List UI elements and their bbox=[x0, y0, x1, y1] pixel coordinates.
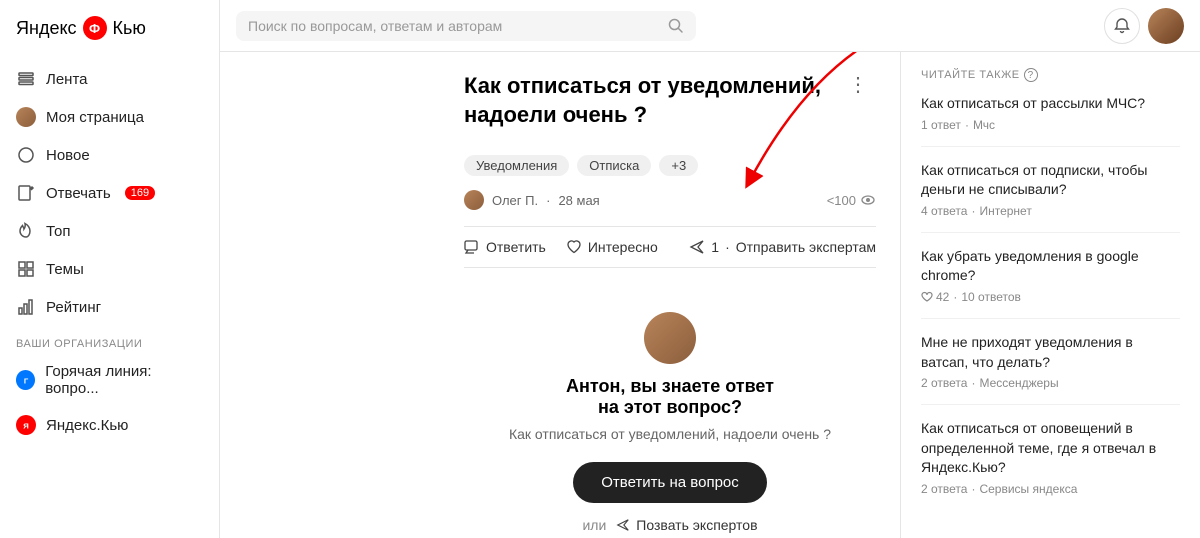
search-bar[interactable]: Поиск по вопросам, ответам и авторам bbox=[236, 11, 696, 41]
chart-icon bbox=[16, 297, 36, 317]
read-also-header: ЧИТАЙТЕ ТАКЖЕ ? bbox=[921, 68, 1180, 82]
related-meta-4: 2 ответа · Сервисы яндекса bbox=[921, 482, 1180, 496]
answer-badge: 169 bbox=[125, 186, 155, 200]
related-item-3: Мне не приходят уведомления в ватсап, чт… bbox=[921, 333, 1180, 405]
question-actions: Ответить Интересно 1 · Отправить эксперт… bbox=[464, 226, 876, 268]
related-title-1[interactable]: Как отписаться от подписки, чтобы деньги… bbox=[921, 161, 1180, 200]
send-icon bbox=[689, 239, 705, 255]
related-item-4: Как отписаться от оповещений в определен… bbox=[921, 419, 1180, 510]
question-title: Как отписаться от уведомлений, надоели о… bbox=[464, 72, 840, 129]
question-tags: Уведомления Отписка +3 bbox=[464, 155, 876, 176]
sidebar-label-hotline: Горячая линия: вопро... bbox=[45, 363, 203, 397]
help-icon[interactable]: ? bbox=[1024, 68, 1038, 82]
related-item-2: Как убрать уведомления в google chrome? … bbox=[921, 247, 1180, 319]
sidebar-label-new: Новое bbox=[46, 147, 90, 164]
fire-icon bbox=[16, 221, 36, 241]
send-small-icon bbox=[616, 518, 630, 532]
hotline-org-avatar: Г bbox=[16, 370, 35, 390]
main-area: Как отписаться от уведомлений, надоели о… bbox=[440, 52, 1200, 538]
send-count: 1 bbox=[711, 239, 719, 255]
grid-icon bbox=[16, 259, 36, 279]
sidebar-item-answer[interactable]: Отвечать 169 bbox=[0, 174, 219, 212]
prompt-question-text: Как отписаться от уведомлений, надоели о… bbox=[509, 426, 831, 442]
bell-button[interactable] bbox=[1104, 8, 1140, 44]
question-date: 28 мая bbox=[558, 193, 599, 208]
header-actions bbox=[1104, 8, 1184, 44]
search-input[interactable]: Поиск по вопросам, ответам и авторам bbox=[248, 18, 660, 34]
heart-icon bbox=[566, 239, 582, 255]
sidebar-item-new[interactable]: Новое bbox=[0, 136, 219, 174]
sidebar-label-top: Топ bbox=[46, 223, 70, 240]
related-meta-3: 2 ответа · Мессенджеры bbox=[921, 376, 1180, 390]
user-avatar-button[interactable] bbox=[1148, 8, 1184, 44]
yandex-kyu-org-avatar: Я bbox=[16, 415, 36, 435]
answer-question-button[interactable]: Ответить на вопрос bbox=[573, 462, 767, 503]
meta-separator: · bbox=[546, 193, 550, 208]
send-experts-button[interactable]: 1 · Отправить экспертам bbox=[689, 239, 876, 255]
sidebar-item-hotline[interactable]: Г Горячая линия: вопро... bbox=[0, 354, 219, 406]
related-title-0[interactable]: Как отписаться от рассылки МЧС? bbox=[921, 94, 1180, 114]
or-divider: или Позвать экспертов bbox=[582, 517, 757, 533]
related-title-2[interactable]: Как убрать уведомления в google chrome? bbox=[921, 247, 1180, 286]
author-avatar bbox=[464, 190, 484, 210]
logo-yandex: Яндекс bbox=[16, 18, 77, 39]
sidebar-item-topics[interactable]: Темы bbox=[0, 250, 219, 288]
bell-icon bbox=[1113, 17, 1131, 35]
sidebar-label-yandex-kyu: Яндекс.Кью bbox=[46, 417, 128, 434]
logo-q-icon: Ф bbox=[83, 16, 107, 40]
right-sidebar: ЧИТАЙТЕ ТАКЖЕ ? Как отписаться от рассыл… bbox=[900, 52, 1200, 538]
related-meta-1: 4 ответа · Интернет bbox=[921, 204, 1180, 218]
edit-icon bbox=[16, 183, 36, 203]
prompt-avatar bbox=[644, 312, 696, 364]
sidebar-item-feed[interactable]: Лента bbox=[0, 60, 219, 98]
sidebar-item-top[interactable]: Топ bbox=[0, 212, 219, 250]
circle-icon bbox=[16, 145, 36, 165]
related-item-0: Как отписаться от рассылки МЧС? 1 ответ … bbox=[921, 94, 1180, 147]
related-meta-2: 42 · 10 ответов bbox=[921, 290, 1180, 304]
sidebar-item-my-page[interactable]: Моя страница bbox=[0, 98, 219, 136]
reply-button[interactable]: Ответить bbox=[464, 239, 546, 255]
svg-text:Г: Г bbox=[23, 376, 28, 385]
logo: Яндекс Ф Кью bbox=[0, 16, 219, 60]
search-icon bbox=[668, 18, 684, 34]
reply-icon bbox=[464, 239, 480, 255]
answer-prompt: Антон, вы знаете ответна этот вопрос? Ка… bbox=[464, 288, 876, 538]
eye-icon bbox=[860, 192, 876, 208]
tag-0[interactable]: Уведомления bbox=[464, 155, 569, 176]
sidebar-label-my-page: Моя страница bbox=[46, 109, 144, 126]
sidebar: Яндекс Ф Кью Лента Моя страница Новое bbox=[0, 0, 220, 538]
question-content: Как отписаться от уведомлений, надоели о… bbox=[440, 52, 900, 538]
svg-text:Я: Я bbox=[23, 421, 29, 430]
related-item-1: Как отписаться от подписки, чтобы деньги… bbox=[921, 161, 1180, 233]
more-options-button[interactable]: ⋮ bbox=[840, 72, 876, 97]
sidebar-label-answer: Отвечать bbox=[46, 185, 111, 202]
org-section-label: ВАШИ ОРГАНИЗАЦИИ bbox=[0, 326, 219, 354]
sidebar-label-rating: Рейтинг bbox=[46, 299, 101, 316]
tag-1[interactable]: Отписка bbox=[577, 155, 651, 176]
tag-more[interactable]: +3 bbox=[659, 155, 698, 176]
sidebar-item-rating[interactable]: Рейтинг bbox=[0, 288, 219, 326]
related-title-4[interactable]: Как отписаться от оповещений в определен… bbox=[921, 419, 1180, 478]
related-meta-0: 1 ответ · Мчс bbox=[921, 118, 1180, 132]
header: Поиск по вопросам, ответам и авторам bbox=[220, 0, 1200, 52]
interesting-button[interactable]: Интересно bbox=[566, 239, 658, 255]
prompt-title: Антон, вы знаете ответна этот вопрос? bbox=[566, 376, 774, 418]
sidebar-label-feed: Лента bbox=[46, 71, 88, 88]
views-count: <100 bbox=[827, 192, 876, 208]
sidebar-item-yandex-kyu[interactable]: Я Яндекс.Кью bbox=[0, 406, 219, 444]
author-name: Олег П. bbox=[492, 193, 538, 208]
heart-small-icon bbox=[921, 291, 933, 303]
list-icon bbox=[16, 69, 36, 89]
invite-experts-button[interactable]: Позвать экспертов bbox=[616, 517, 757, 533]
user-icon bbox=[16, 107, 36, 127]
question-meta: Олег П. · 28 мая <100 bbox=[464, 190, 876, 210]
sidebar-label-topics: Темы bbox=[46, 261, 84, 278]
logo-kyu: Кью bbox=[113, 18, 146, 39]
related-title-3[interactable]: Мне не приходят уведомления в ватсап, чт… bbox=[921, 333, 1180, 372]
